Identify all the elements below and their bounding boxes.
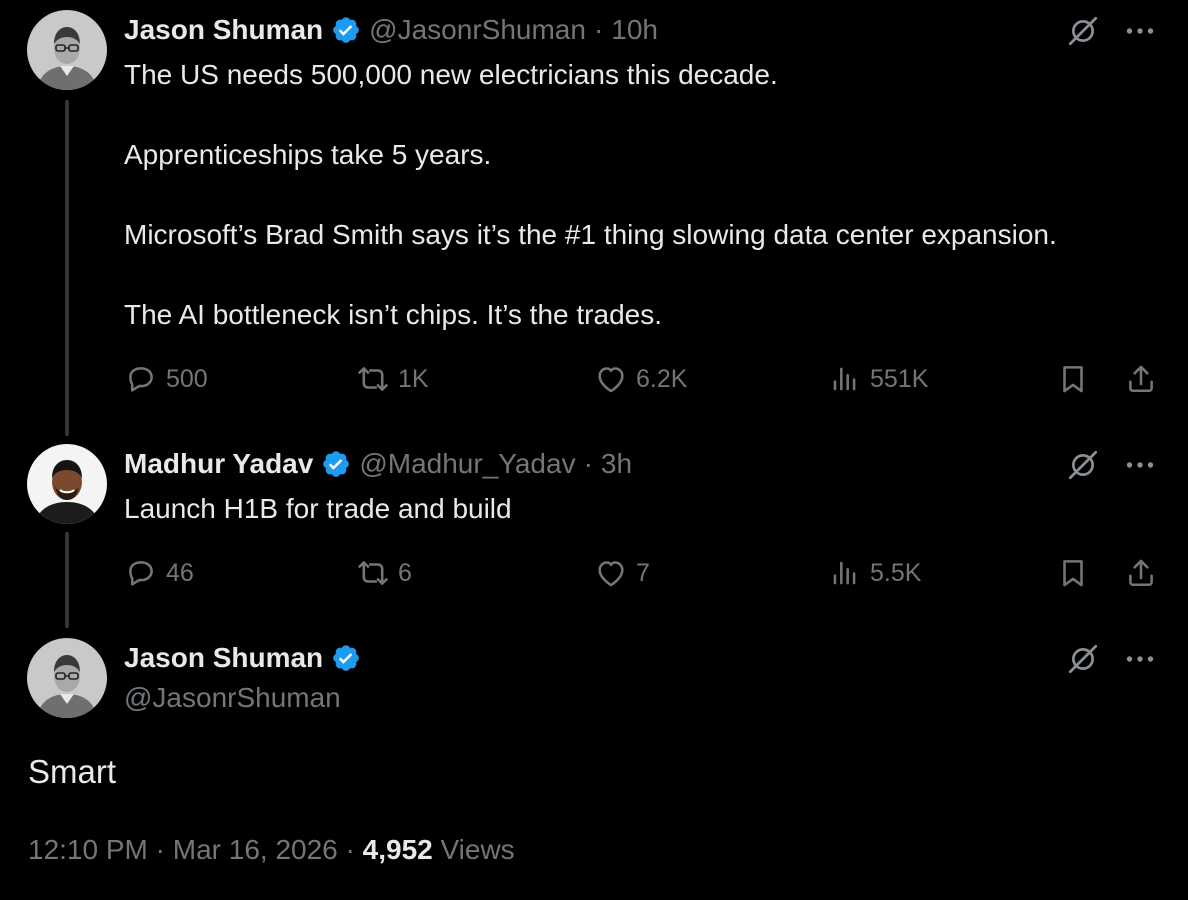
grok-icon[interactable] [1066,448,1100,482]
avatar-man-glasses-icon [27,638,107,718]
views-button[interactable]: 551K [828,362,928,396]
author-handle[interactable]: @JasonrShuman [369,10,586,50]
repost-count: 1K [398,364,429,393]
more-icon[interactable] [1122,13,1158,49]
bookmark-icon [1056,556,1090,590]
like-button[interactable]: 7 [594,556,650,590]
repost-icon [356,556,390,590]
tweet-header: Madhur Yadav @Madhur_Yadav · 3h [124,444,632,484]
verified-badge-icon [321,449,351,479]
author-name[interactable]: Jason Shuman [124,10,323,50]
focus-header: Jason Shuman [124,638,361,678]
views-button[interactable]: 5.5K [828,556,921,590]
views-count: 551K [870,364,929,393]
separator: · [155,834,165,865]
author-handle[interactable]: @Madhur_Yadav [359,444,575,484]
post-time[interactable]: 12:10 PM [28,834,148,865]
more-icon[interactable] [1122,447,1158,483]
reply-icon [124,362,158,396]
views-total: 4,952 [362,834,433,865]
thread-line [65,100,69,436]
author-name[interactable]: Jason Shuman [124,638,323,678]
repost-button[interactable]: 6 [356,556,412,590]
tweet-text: Launch H1B for trade and build [124,489,512,529]
tweet-paragraph: The US needs 500,000 new electricians th… [124,59,778,90]
author-name[interactable]: Madhur Yadav [124,444,313,484]
verified-badge-icon [331,15,361,45]
avatar-smiling-man-icon [27,444,107,524]
share-icon [1124,362,1158,396]
views-icon [828,362,862,396]
focus-tweet-text: Smart [28,753,117,790]
action-bar: 500 1K 6.2K 551K [124,359,1158,399]
avatar[interactable] [27,10,107,90]
tweet-top-icons [1066,13,1158,49]
like-count: 7 [636,558,650,587]
timestamp[interactable]: 10h [611,10,658,50]
like-icon [594,362,628,396]
share-button[interactable] [1124,362,1158,396]
grok-icon[interactable] [1066,642,1100,676]
separator: · [345,834,355,865]
tweet-meta: 12:10 PM · Mar 16, 2026 · 4,952 Views [28,830,515,870]
avatar[interactable] [27,444,107,524]
like-icon [594,556,628,590]
reply-button[interactable]: 500 [124,362,208,396]
tweet-paragraph: The AI bottleneck isn’t chips. It’s the … [124,299,662,330]
repost-button[interactable]: 1K [356,362,429,396]
share-icon [1124,556,1158,590]
separator: · [593,14,604,45]
avatar-man-glasses-icon [27,10,107,90]
focus-handle-row: @JasonrShuman [124,678,341,718]
verified-badge-icon [331,643,361,673]
avatar[interactable] [27,638,107,718]
views-label: Views [440,834,515,865]
timestamp[interactable]: 3h [601,444,632,484]
repost-icon [356,362,390,396]
repost-count: 6 [398,558,412,587]
tweet-paragraph: Microsoft’s Brad Smith says it’s the #1 … [124,219,1057,250]
bookmark-button[interactable] [1056,362,1090,396]
reply-count: 46 [166,558,194,587]
tweet-top-icons [1066,447,1158,483]
post-date[interactable]: Mar 16, 2026 [173,834,338,865]
tweet-paragraph: Apprenticeships take 5 years. [124,139,492,170]
tweet-top-icons [1066,641,1158,677]
share-button[interactable] [1124,556,1158,590]
thread-line [65,532,69,628]
views-count: 5.5K [870,558,922,587]
action-bar: 46 6 7 5.5K [124,553,1158,593]
author-handle[interactable]: @JasonrShuman [124,678,341,718]
separator: · [583,448,593,479]
tweet-text: The US needs 500,000 new electricians th… [124,55,1057,335]
reply-count: 500 [166,364,208,393]
like-button[interactable]: 6.2K [594,362,687,396]
like-count: 6.2K [636,364,688,393]
bookmark-button[interactable] [1056,556,1090,590]
tweet-paragraph: Launch H1B for trade and build [124,493,512,524]
reply-icon [124,556,158,590]
more-icon[interactable] [1122,641,1158,677]
tweet-header: Jason Shuman @JasonrShuman · 10h [124,10,658,50]
bookmark-icon [1056,362,1090,396]
grok-icon[interactable] [1066,14,1100,48]
reply-button[interactable]: 46 [124,556,194,590]
views-icon [828,556,862,590]
